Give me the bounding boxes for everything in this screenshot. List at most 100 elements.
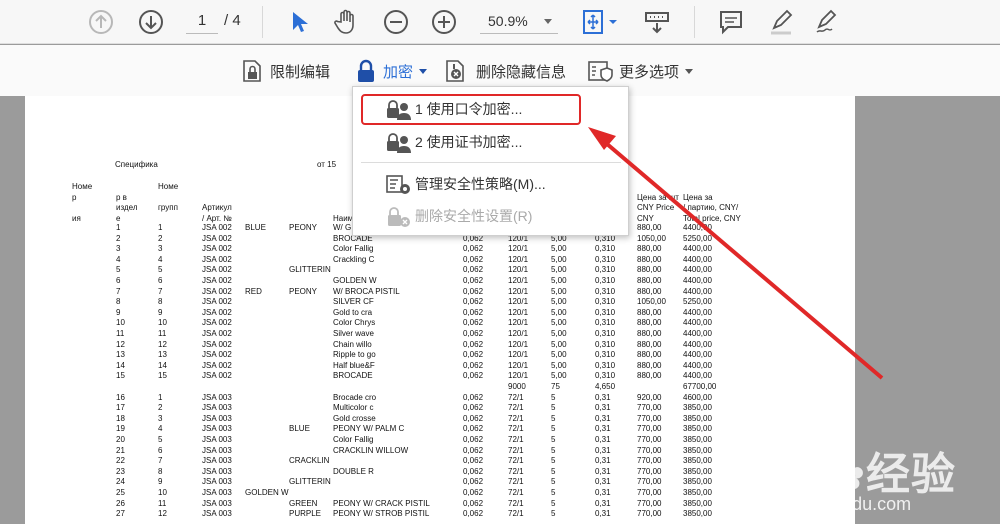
table-cell: 4400,00 (683, 265, 712, 275)
more-options-button[interactable]: 更多选项 (587, 57, 694, 85)
table-cell: 770,00 (637, 498, 662, 508)
table-cell: 72/1 (508, 488, 524, 497)
hand-tool-icon[interactable] (331, 7, 361, 37)
table-cell: 0,062 (463, 413, 484, 423)
table-cell: PURPLE (289, 509, 322, 519)
table-cell: DOUBLE R (333, 466, 374, 476)
certificate-lock-icon (387, 133, 411, 153)
table-cell: 880,00 (637, 307, 662, 317)
table-cell: 27 (116, 509, 125, 519)
table-cell: 2 (116, 233, 121, 243)
table-cell: Gold crosse (333, 413, 376, 423)
table-cell: 770,00 (637, 403, 662, 413)
table-cell: 72/1 (508, 445, 524, 455)
table-cell: 0,062 (463, 329, 484, 338)
table-cell: RED (245, 286, 262, 296)
table-cell: 0,31 (595, 435, 611, 444)
table-cell: Multicolor c (333, 403, 374, 413)
menu-divider (361, 162, 621, 163)
table-cell: 5,00 (551, 307, 567, 317)
table-cell: 15 (158, 371, 167, 381)
restrict-editing-button[interactable]: 限制编辑 (240, 57, 330, 85)
menu-item-label: 2 使用证书加密... (415, 134, 523, 150)
table-cell: 12 (158, 509, 167, 519)
page-number-input[interactable]: 1 (186, 10, 218, 34)
table-cell: 880,00 (637, 350, 662, 360)
table-cell: 72/1 (508, 392, 524, 402)
table-cell: 5,00 (551, 265, 567, 275)
scroll-mode-icon[interactable] (642, 7, 672, 37)
table-cell: BLUE (289, 424, 310, 434)
table-cell: 770,00 (637, 445, 662, 455)
menu-item-manage-policies[interactable]: 管理安全性策略(M)... (353, 168, 628, 200)
table-cell: 880,00 (637, 318, 662, 328)
table-cell: 5,00 (551, 350, 567, 360)
zoom-in-icon[interactable] (429, 7, 459, 37)
table-cell: 1050,00 (637, 233, 666, 243)
table-cell: JSA 003 (202, 424, 232, 434)
table-cell: 120/1 (508, 307, 529, 317)
table-cell: 0,31 (595, 477, 611, 487)
table-cell: 0,062 (463, 339, 484, 349)
encrypt-menu-button[interactable]: 加密 (355, 57, 428, 85)
restrict-edit-icon (243, 60, 261, 82)
table-cell: CRACKLIN WILLOW (333, 445, 409, 455)
menu-item-certificate-encrypt[interactable]: 2 使用证书加密... (353, 126, 628, 158)
menu-item-remove-security[interactable]: 删除安全性设置(R) (353, 200, 628, 232)
table-cell: Color Fallig (333, 435, 374, 444)
table-cell: 3850,00 (683, 445, 712, 455)
select-cursor-icon[interactable] (283, 7, 313, 37)
zoom-level-select[interactable]: 50.9% (480, 10, 558, 34)
table-cell: 5 (551, 445, 556, 455)
table-cell: 880,00 (637, 276, 662, 285)
table-cell: 5 (551, 509, 556, 519)
table-cell: 2 (158, 403, 163, 413)
table-cell: Half blue&F (333, 360, 375, 370)
doc-header: / партию, CNY/ (683, 203, 739, 212)
table-cell: 4 (158, 424, 163, 434)
table-cell: 13 (116, 350, 125, 360)
table-cell: 0,062 (463, 477, 484, 487)
table-cell: 15 (116, 371, 125, 381)
remove-hidden-info-button[interactable]: 删除隐藏信息 (444, 57, 566, 85)
table-cell: 19 (116, 424, 125, 434)
comment-icon[interactable] (716, 7, 746, 37)
table-cell: 10 (158, 488, 167, 497)
table-cell: JSA 003 (202, 498, 232, 508)
table-cell: 5 (551, 403, 556, 413)
table-cell: 23 (116, 466, 125, 476)
table-cell: 770,00 (637, 509, 662, 519)
table-cell: 0,062 (463, 360, 484, 370)
table-cell: 5 (158, 265, 163, 275)
table-cell: Chain willo (333, 339, 372, 349)
table-cell: JSA 002 (202, 318, 232, 328)
table-cell: 3850,00 (683, 403, 712, 413)
table-cell: 4400,00 (683, 307, 712, 317)
menu-item-label: 管理安全性策略(M)... (415, 176, 546, 192)
table-cell: Gold to cra (333, 307, 373, 317)
table-cell: 0,31 (595, 403, 611, 413)
table-cell: 3850,00 (683, 466, 712, 476)
table-cell: 0,310 (595, 339, 616, 349)
table-cell: 0,062 (463, 297, 484, 307)
paw-icon: ✿ (831, 454, 866, 498)
table-cell: SILVER CF (333, 297, 374, 307)
table-cell: 120/1 (508, 329, 529, 338)
prev-page-icon[interactable] (86, 7, 116, 37)
table-cell: 0,062 (463, 466, 484, 476)
table-cell: 4,650 (595, 382, 616, 391)
table-cell: 0,310 (595, 265, 616, 275)
table-cell: 120/1 (508, 339, 529, 349)
table-cell: 0,062 (463, 265, 484, 275)
watermark-brand2: 经验 (866, 450, 956, 499)
table-cell: 3 (158, 413, 163, 423)
fit-page-icon[interactable] (580, 7, 620, 37)
table-cell: 5 (551, 424, 556, 434)
table-cell: JSA 003 (202, 445, 232, 455)
restrict-editing-label: 限制编辑 (270, 63, 331, 81)
table-cell: 67700,00 (683, 382, 717, 391)
zoom-out-icon[interactable] (381, 7, 411, 37)
highlight-pen-icon[interactable] (766, 7, 796, 37)
sign-pen-icon[interactable] (813, 7, 843, 37)
next-page-icon[interactable] (136, 7, 166, 37)
